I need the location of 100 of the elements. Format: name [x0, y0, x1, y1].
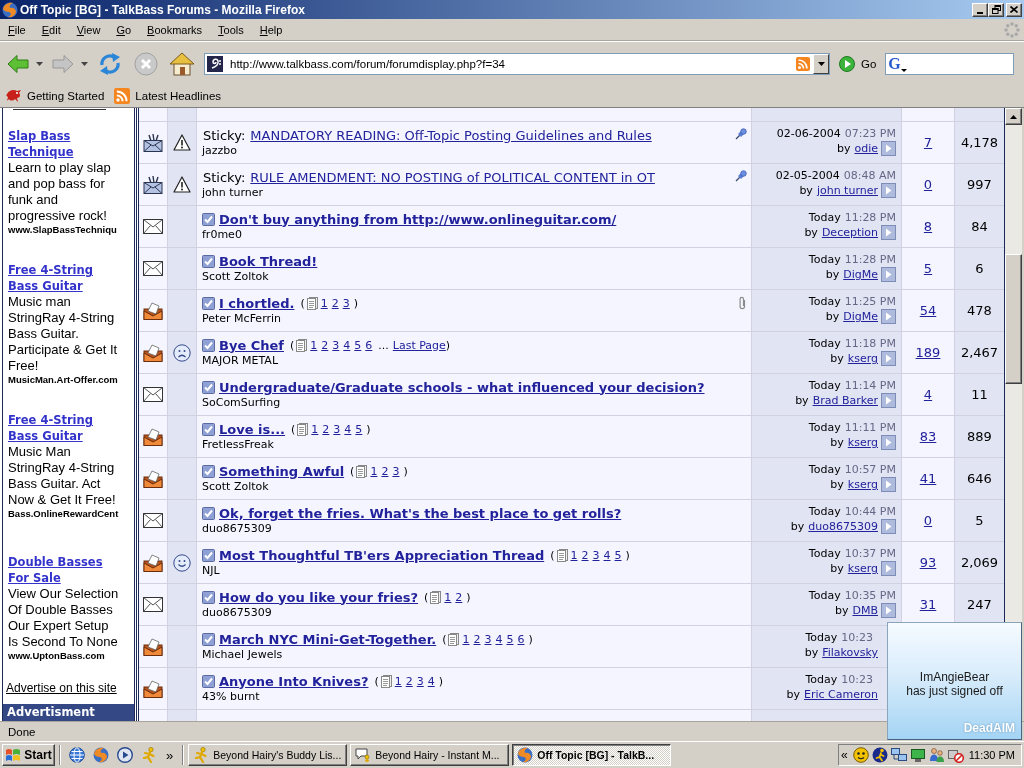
page-link[interactable]: 3	[342, 296, 350, 310]
page-link[interactable]: 1	[320, 296, 328, 310]
ad-title-link[interactable]: Free 4-String Bass Guitar	[8, 412, 93, 444]
taskbar-button[interactable]: Beyond Hairy's Buddy Lis...	[188, 744, 348, 766]
last-poster-link[interactable]: kserg	[847, 562, 878, 575]
menu-item[interactable]: Edit	[33, 23, 69, 36]
search-field[interactable]: G	[885, 52, 1015, 75]
replies-link[interactable]: 0	[923, 513, 933, 528]
thread-title-link[interactable]: Bye Chef	[219, 337, 284, 353]
last-poster-link[interactable]: kserg	[847, 352, 878, 365]
people-icon[interactable]	[928, 747, 945, 763]
page-link[interactable]: 6	[365, 338, 373, 352]
globe-icon[interactable]	[69, 747, 85, 763]
page-link[interactable]: 1	[310, 338, 318, 352]
page-link[interactable]: 6	[517, 632, 525, 646]
last-poster-link[interactable]: odie	[854, 142, 878, 155]
page-link[interactable]: 3	[484, 632, 492, 646]
menu-item[interactable]: Help	[251, 23, 291, 36]
thread-title-link[interactable]: RULE AMENDMENT: NO POSTING of POLITICAL CONTENT in OT	[250, 169, 655, 185]
last-poster-link[interactable]: DMB	[852, 604, 878, 617]
thread-title-link[interactable]: Ok, forget the fries. What's the best place to get rolls?	[219, 505, 622, 521]
go-button[interactable]: Go	[839, 52, 877, 75]
page-link[interactable]: 4	[344, 422, 352, 436]
start-button[interactable]: Start	[2, 744, 55, 766]
replies-link[interactable]: 0	[923, 177, 933, 192]
replies-link[interactable]: 4	[923, 387, 933, 402]
network-icon[interactable]	[890, 747, 907, 763]
address-field[interactable]: http://www.talkbass.com/forum/forumdisplay.php?f=34	[204, 52, 830, 75]
thread-title-link[interactable]: Book Thread!	[219, 253, 318, 269]
page-link[interactable]: 2	[473, 632, 481, 646]
replies-link[interactable]: 54	[919, 303, 937, 318]
minimize-button[interactable]	[972, 2, 988, 17]
last-poster-link[interactable]: Filakovsky	[822, 646, 878, 659]
page-link[interactable]: 5	[506, 632, 514, 646]
replies-link[interactable]: 41	[919, 471, 937, 486]
thread-title-link[interactable]: MANDATORY READING: Off-Topic Posting Guidelines and Rules	[250, 127, 652, 143]
menu-item[interactable]: View	[68, 23, 109, 36]
replies-link[interactable]: 31	[919, 597, 937, 612]
page-link[interactable]: 2	[331, 296, 339, 310]
page-link[interactable]: 3	[592, 548, 600, 562]
page-link[interactable]: 3	[333, 422, 341, 436]
thread-title-link[interactable]: Undergraduate/Graduate schools - what influenced your decision?	[219, 379, 705, 395]
advertise-link[interactable]: Advertise on this site	[6, 681, 117, 695]
page-link[interactable]: 2	[581, 548, 589, 562]
page-link[interactable]: 3	[416, 674, 424, 688]
replies-link[interactable]: 5	[923, 261, 933, 276]
monitor-icon[interactable]	[909, 747, 926, 763]
bookmark-link[interactable]: Getting Started	[6, 89, 105, 103]
close-button[interactable]	[1006, 2, 1022, 17]
thread-title-link[interactable]: Most Thoughtful TB'ers Appreciation Thread	[219, 547, 545, 563]
face-icon[interactable]	[852, 747, 869, 763]
tray-expand-button[interactable]: «	[841, 748, 848, 762]
running-man-icon[interactable]	[871, 747, 888, 763]
page-link[interactable]: 4	[495, 632, 503, 646]
last-poster-link[interactable]: Eric Cameron	[804, 688, 878, 701]
page-link[interactable]: 1	[462, 632, 470, 646]
bookmark-link[interactable]: Latest Headlines	[114, 88, 222, 104]
replies-link[interactable]: 93	[919, 555, 937, 570]
thread-title-link[interactable]: I chortled.	[219, 295, 295, 311]
page-link[interactable]: 5	[354, 338, 362, 352]
last-poster-link[interactable]: DigMe	[843, 268, 878, 281]
last-poster-link[interactable]: john turner	[816, 184, 878, 197]
caret-icon[interactable]	[36, 61, 43, 66]
thread-title-link[interactable]: Don't buy anything from http://www.onlineguitar.com/	[219, 211, 617, 227]
page-link[interactable]: 4	[427, 674, 435, 688]
no-entry-icon[interactable]	[947, 747, 964, 763]
page-link[interactable]: 4	[343, 338, 351, 352]
page-link[interactable]: 1	[311, 422, 319, 436]
menu-item[interactable]: Tools	[210, 23, 252, 36]
taskbar-button[interactable]: Beyond Hairy - Instant M...	[350, 744, 510, 766]
page-link[interactable]: 3	[392, 464, 400, 478]
ad-title-link[interactable]: Slap Bass Technique	[8, 128, 74, 160]
last-page-link[interactable]: Last Page	[392, 338, 446, 352]
last-poster-link[interactable]: Brad Barker	[812, 394, 878, 407]
page-link[interactable]: 1	[444, 590, 452, 604]
thread-title-link[interactable]: Something Awful	[219, 463, 345, 479]
last-poster-link[interactable]: DigMe	[843, 310, 878, 323]
menu-item[interactable]: Bookmarks	[139, 23, 211, 36]
page-link[interactable]: 2	[381, 464, 389, 478]
home-button[interactable]	[168, 50, 196, 77]
thread-title-link[interactable]: Love is...	[219, 421, 286, 437]
scroll-up-button[interactable]	[1005, 108, 1022, 125]
menu-item[interactable]: Go	[108, 23, 140, 36]
replies-link[interactable]: 8	[923, 219, 933, 234]
thread-title-link[interactable]: Anyone Into Knives?	[219, 673, 369, 689]
page-link[interactable]: 2	[321, 338, 329, 352]
caret-icon[interactable]	[81, 61, 88, 66]
dropdown-button[interactable]	[813, 53, 829, 74]
page-link[interactable]: 5	[355, 422, 363, 436]
page-link[interactable]: 3	[332, 338, 340, 352]
page-link[interactable]: 4	[603, 548, 611, 562]
last-poster-link[interactable]: kserg	[847, 436, 878, 449]
page-link[interactable]: 1	[370, 464, 378, 478]
more-button[interactable]: »	[166, 747, 174, 763]
play-icon[interactable]	[117, 747, 133, 763]
replies-link[interactable]: 189	[915, 345, 941, 360]
taskbar-button[interactable]: Off Topic [BG] - TalkB...	[512, 744, 672, 766]
replies-link[interactable]: 7	[923, 135, 933, 150]
menu-item[interactable]: File	[0, 23, 34, 36]
scroll-thumb[interactable]	[1005, 254, 1022, 384]
